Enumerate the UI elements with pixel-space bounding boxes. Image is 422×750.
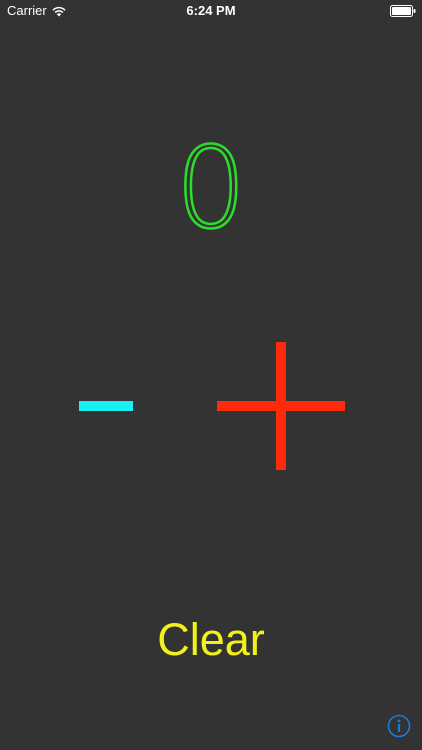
increment-button[interactable]: [208, 334, 354, 480]
info-button[interactable]: [387, 714, 411, 738]
decrement-button[interactable]: [70, 380, 142, 432]
plus-icon-vertical-bar: [276, 342, 286, 470]
status-bar: Carrier 6:24 PM: [0, 0, 422, 22]
status-time: 6:24 PM: [186, 3, 236, 18]
battery-icon: [390, 5, 416, 17]
clear-button[interactable]: Clear: [140, 610, 282, 670]
info-icon: [387, 714, 411, 738]
counter-screen: Carrier 6:24 PM 0 Clear: [0, 0, 422, 750]
minus-icon: [79, 401, 133, 411]
counter-value: 0: [174, 124, 248, 254]
